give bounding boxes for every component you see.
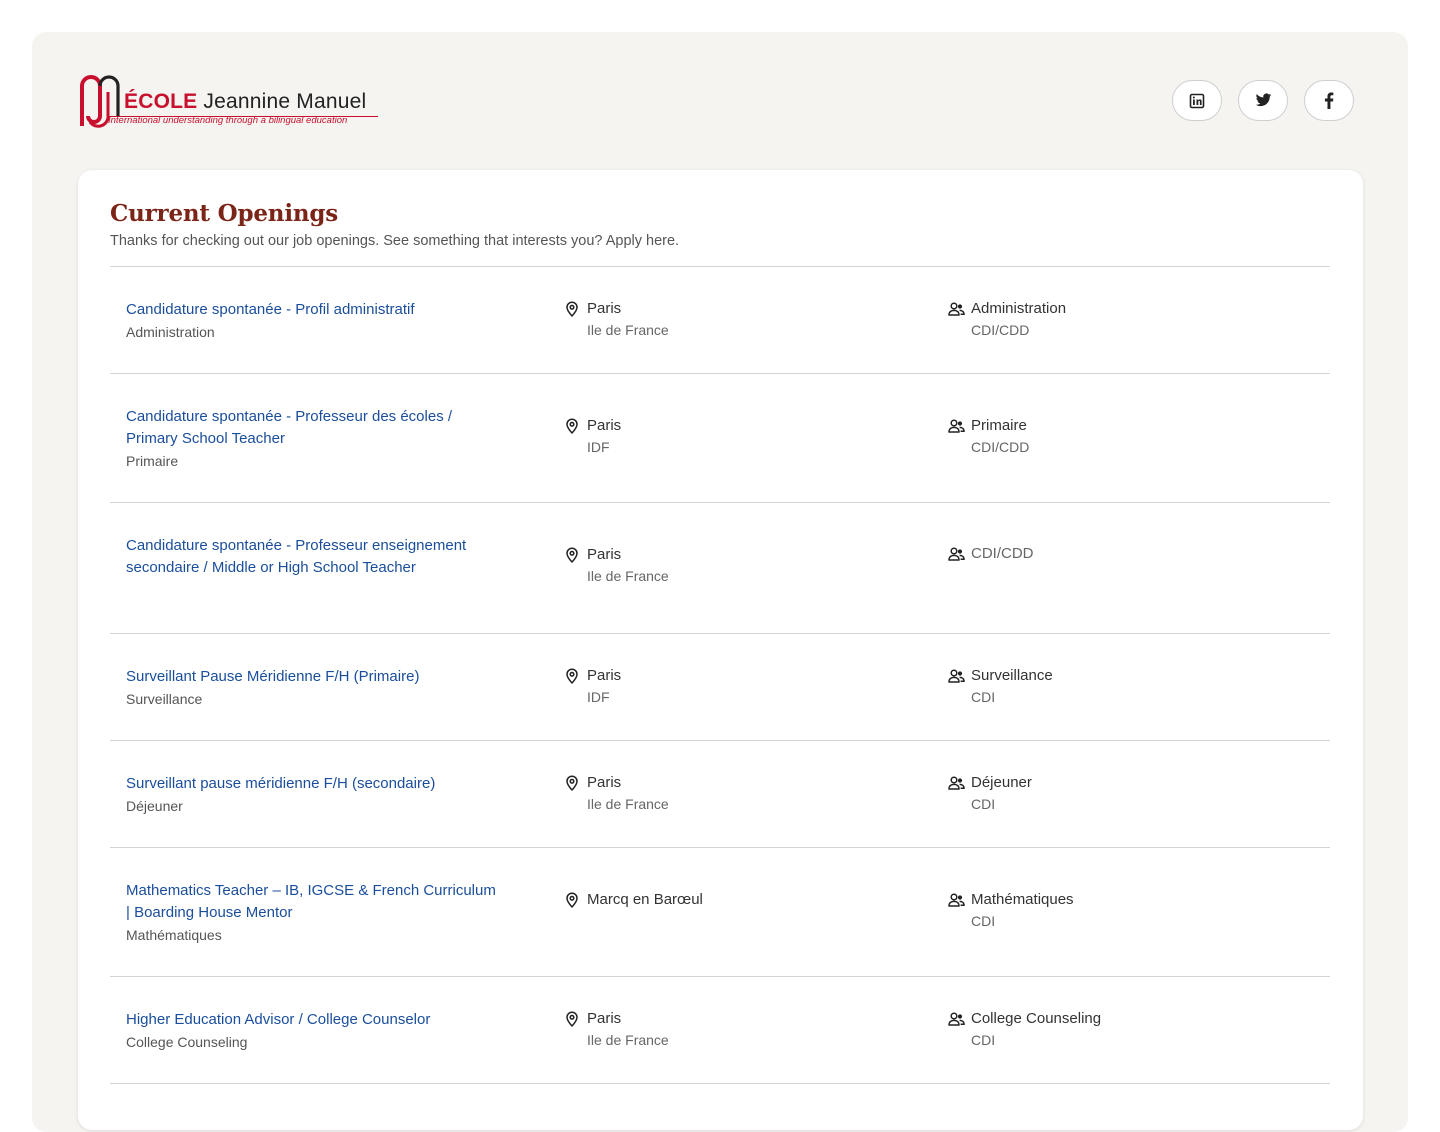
job-city: Paris	[587, 417, 622, 434]
location-pin-icon	[564, 775, 580, 791]
job-region: IDF	[587, 439, 610, 455]
job-city: Paris	[587, 300, 622, 317]
page-subtitle: Thanks for checking out our job openings…	[110, 233, 680, 249]
job-row: Higher Education Advisor / College Couns…	[110, 977, 1330, 1084]
people-icon	[948, 668, 965, 684]
job-category: Mathématiques CDI	[948, 890, 1278, 931]
job-category-name: Mathématiques	[971, 891, 1074, 908]
job-department: Déjeuner	[126, 798, 183, 814]
job-row: Candidature spontanée - Professeur des é…	[110, 374, 1330, 503]
job-title-link[interactable]: Surveillant pause méridienne F/H (second…	[126, 773, 496, 795]
people-icon	[948, 418, 965, 434]
job-location: Paris Ile de France	[564, 299, 884, 340]
job-department: Surveillance	[126, 691, 203, 707]
job-category-name: Administration	[971, 300, 1067, 317]
job-region: Ile de France	[587, 796, 669, 812]
school-logo[interactable]: ÉCOLE Jeannine Manuel International unde…	[78, 70, 388, 134]
job-info: Candidature spontanée - Profil administr…	[126, 299, 496, 342]
logo-word-ecole: ÉCOLE	[124, 90, 198, 113]
twitter-button[interactable]	[1238, 80, 1288, 121]
people-icon	[948, 301, 965, 317]
job-department: Administration	[126, 324, 215, 340]
logo-title: ÉCOLE Jeannine Manuel	[124, 90, 366, 114]
job-row: Surveillant pause méridienne F/H (second…	[110, 741, 1330, 848]
people-icon	[948, 1011, 965, 1027]
job-contract-type: CDI/CDD	[971, 322, 1030, 338]
location-pin-icon	[564, 892, 580, 908]
job-region: Ile de France	[587, 568, 669, 584]
job-row: Surveillant Pause Méridienne F/H (Primai…	[110, 634, 1330, 741]
job-city: Paris	[587, 1010, 622, 1027]
job-category-name: Déjeuner	[971, 774, 1032, 791]
people-icon	[948, 546, 965, 562]
location-pin-icon	[564, 668, 580, 684]
job-row: Candidature spontanée - Professeur ensei…	[110, 503, 1330, 634]
people-icon	[948, 892, 965, 908]
logo-tagline: International understanding through a bi…	[108, 115, 348, 126]
job-category: Primaire CDI/CDD	[948, 416, 1278, 457]
job-region: Ile de France	[587, 1032, 669, 1048]
facebook-icon	[1324, 92, 1334, 109]
page-title: Current Openings	[110, 200, 339, 227]
job-contract-type: CDI	[971, 796, 996, 812]
job-title-link[interactable]: Candidature spontanée - Professeur des é…	[126, 406, 496, 450]
job-category-name: CDI/CDD	[971, 545, 1034, 562]
job-region: IDF	[587, 689, 610, 705]
linkedin-button[interactable]	[1172, 80, 1222, 121]
job-title-link[interactable]: Candidature spontanée - Professeur ensei…	[126, 535, 496, 579]
logo-word-name: Jeannine Manuel	[203, 90, 367, 113]
job-row: Candidature spontanée - Profil administr…	[110, 267, 1330, 374]
job-city: Marcq en Barœul	[587, 891, 703, 908]
job-info: Mathematics Teacher – IB, IGCSE & French…	[126, 880, 496, 945]
job-location: Marcq en Barœul	[564, 890, 884, 910]
facebook-button[interactable]	[1304, 80, 1354, 121]
location-pin-icon	[564, 301, 580, 317]
job-region: Ile de France	[587, 322, 669, 338]
job-location: Paris Ile de France	[564, 545, 884, 586]
job-info: Candidature spontanée - Professeur ensei…	[126, 535, 496, 579]
job-city: Paris	[587, 546, 622, 563]
page-background: ÉCOLE Jeannine Manuel International unde…	[32, 32, 1408, 1132]
twitter-icon	[1255, 93, 1271, 107]
linkedin-icon	[1189, 93, 1205, 108]
location-pin-icon	[564, 547, 580, 563]
job-title-link[interactable]: Mathematics Teacher – IB, IGCSE & French…	[126, 880, 496, 924]
job-location: Paris Ile de France	[564, 1009, 884, 1050]
job-title-link[interactable]: Candidature spontanée - Profil administr…	[126, 299, 496, 321]
job-category-name: Primaire	[971, 417, 1027, 434]
header: ÉCOLE Jeannine Manuel International unde…	[78, 70, 1354, 134]
job-department: Mathématiques	[126, 927, 222, 943]
job-department: College Counseling	[126, 1034, 248, 1050]
job-category: Administration CDI/CDD	[948, 299, 1278, 340]
job-list: Candidature spontanée - Profil administr…	[110, 267, 1330, 1084]
job-contract-type: CDI	[971, 913, 996, 929]
job-location: Paris IDF	[564, 416, 884, 457]
job-info: Surveillant pause méridienne F/H (second…	[126, 773, 496, 816]
job-location: Paris Ile de France	[564, 773, 884, 814]
openings-card: Current Openings Thanks for checking out…	[78, 170, 1363, 1130]
job-category-name: Surveillance	[971, 667, 1053, 684]
job-contract-type: CDI	[971, 1032, 996, 1048]
job-category: CDI/CDD	[948, 544, 1278, 564]
job-location: Paris IDF	[564, 666, 884, 707]
job-contract-type: CDI/CDD	[971, 439, 1030, 455]
job-title-link[interactable]: Higher Education Advisor / College Couns…	[126, 1009, 496, 1031]
job-contract-type: CDI	[971, 689, 996, 705]
job-category-name: College Counseling	[971, 1010, 1102, 1027]
job-category: Déjeuner CDI	[948, 773, 1278, 814]
job-department: Primaire	[126, 453, 179, 469]
job-info: Higher Education Advisor / College Couns…	[126, 1009, 496, 1052]
location-pin-icon	[564, 418, 580, 434]
job-title-link[interactable]: Surveillant Pause Méridienne F/H (Primai…	[126, 666, 496, 688]
people-icon	[948, 775, 965, 791]
job-row: Mathematics Teacher – IB, IGCSE & French…	[110, 848, 1330, 977]
location-pin-icon	[564, 1011, 580, 1027]
job-info: Surveillant Pause Méridienne F/H (Primai…	[126, 666, 496, 709]
job-city: Paris	[587, 667, 622, 684]
job-category: College Counseling CDI	[948, 1009, 1278, 1050]
job-city: Paris	[587, 774, 622, 791]
job-info: Candidature spontanée - Professeur des é…	[126, 406, 496, 471]
social-links	[1172, 80, 1354, 121]
job-category: Surveillance CDI	[948, 666, 1278, 707]
